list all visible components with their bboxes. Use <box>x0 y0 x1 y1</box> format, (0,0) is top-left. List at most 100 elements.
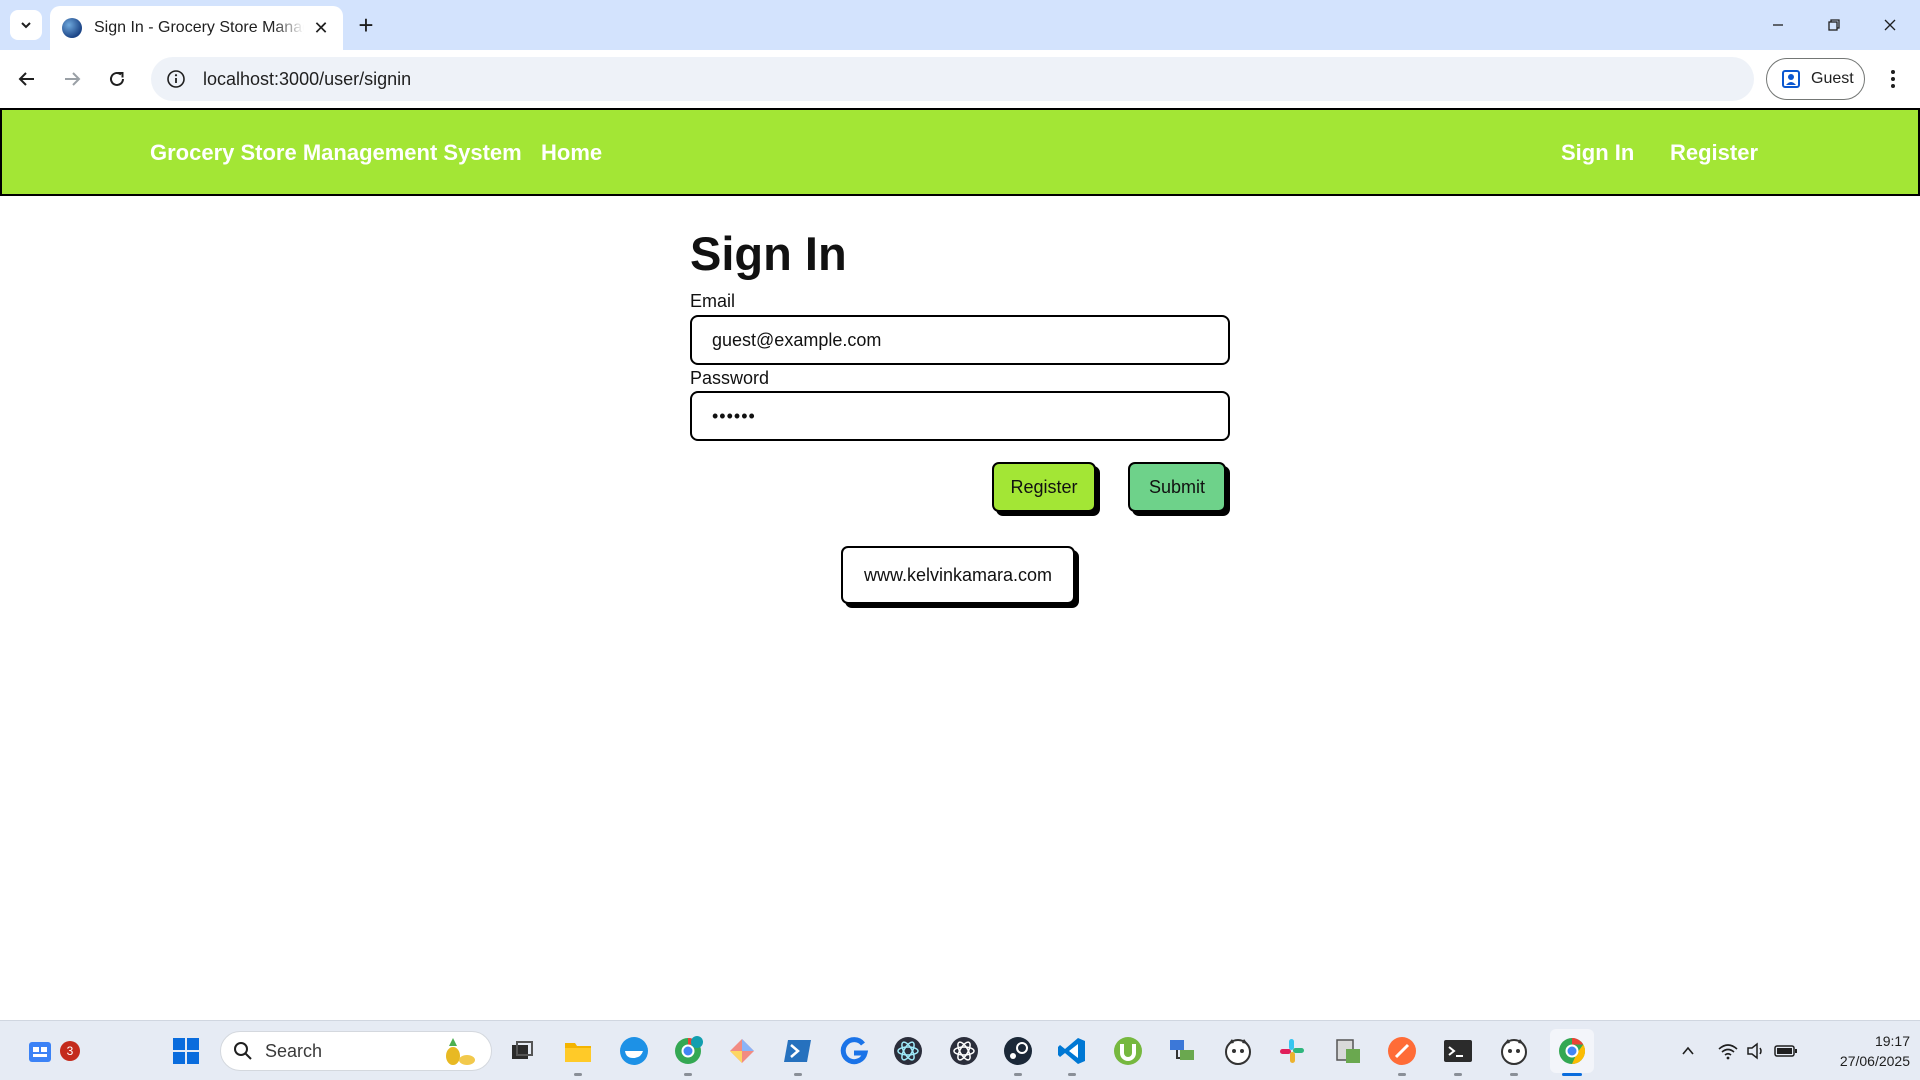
speaker-icon <box>1747 1042 1762 1060</box>
cat-face-icon <box>1501 1039 1527 1065</box>
active-tab[interactable]: Sign In - Grocery Store Management Syste… <box>50 6 343 50</box>
clock-date: 27/06/2025 <box>1839 1053 1910 1069</box>
submit-button[interactable]: Submit <box>1128 462 1226 512</box>
chevron-down-icon <box>21 22 31 29</box>
notification-badge: 3 <box>60 1041 80 1061</box>
globe-icon <box>62 18 82 38</box>
vscode-button[interactable] <box>1054 1033 1090 1069</box>
back-button[interactable] <box>10 62 44 96</box>
cat-face-icon <box>1225 1039 1251 1065</box>
nav-link-sign-in[interactable]: Sign In <box>1561 140 1634 166</box>
terminal-button[interactable] <box>1440 1033 1476 1069</box>
minimize-button[interactable] <box>1750 0 1806 50</box>
atom-icon <box>894 1037 922 1065</box>
widgets-icon <box>29 1042 51 1062</box>
new-tab-button[interactable]: + <box>352 10 380 40</box>
email-label: Email <box>690 291 736 311</box>
profile-icon <box>1782 70 1800 88</box>
reload-icon <box>110 71 124 86</box>
chrome-icon <box>1559 1037 1586 1065</box>
volume-status[interactable] <box>1744 1039 1768 1063</box>
password-label: Password <box>690 368 770 388</box>
postman-button[interactable] <box>1384 1033 1420 1069</box>
postman-icon <box>1388 1037 1416 1065</box>
terminal-icon <box>1444 1040 1472 1062</box>
email-field[interactable] <box>690 315 1230 365</box>
github-desktop-button[interactable] <box>836 1033 872 1069</box>
electron-app-button[interactable] <box>890 1033 926 1069</box>
url-text: localhost:3000/user/signin <box>203 68 412 89</box>
chevron-up-icon <box>1682 1046 1694 1055</box>
register-button[interactable]: Register <box>992 462 1096 512</box>
utorrent-button[interactable] <box>1110 1033 1146 1069</box>
clipboard-icon <box>1336 1039 1360 1063</box>
close-tab-icon[interactable]: ✕ <box>311 18 331 38</box>
password-field[interactable] <box>690 391 1230 441</box>
chrome-profile-button[interactable] <box>670 1033 706 1069</box>
app-cat-button[interactable] <box>1220 1033 1256 1069</box>
brand-link[interactable]: Grocery Store Management System <box>150 140 522 166</box>
close-icon <box>1884 19 1896 31</box>
nav-link-home[interactable]: Home <box>541 140 602 166</box>
file-explorer-button[interactable] <box>560 1033 596 1069</box>
wifi-icon <box>1718 1044 1738 1060</box>
forward-button[interactable] <box>55 62 89 96</box>
chrome-icon <box>675 1036 703 1064</box>
more-vert-icon <box>1891 70 1895 88</box>
restore-icon <box>1828 19 1840 31</box>
battery-icon <box>1774 1045 1797 1057</box>
chrome-active-button[interactable] <box>1550 1029 1594 1073</box>
git-tool-button[interactable] <box>724 1033 760 1069</box>
site-info-icon[interactable] <box>165 68 187 90</box>
forward-arrow-icon <box>65 72 81 86</box>
profile-label: Guest <box>1811 70 1854 87</box>
network-icon <box>1170 1040 1194 1060</box>
taskbar: 3 Search 19:17 27/06/2025 <box>0 1020 1920 1080</box>
start-button[interactable] <box>168 1033 204 1069</box>
utorrent-icon <box>1114 1037 1142 1065</box>
search-icon <box>234 1042 252 1060</box>
address-bar[interactable]: localhost:3000/user/signin <box>151 57 1754 101</box>
widgets-button[interactable]: 3 <box>22 1033 80 1069</box>
powershell-button[interactable] <box>780 1033 816 1069</box>
minimize-icon <box>1773 24 1783 26</box>
search-placeholder: Search <box>265 1040 323 1061</box>
network-tool-button[interactable] <box>1164 1033 1200 1069</box>
docker-button[interactable] <box>616 1033 652 1069</box>
browser-toolbar: localhost:3000/user/signin Guest <box>0 50 1920 108</box>
app-cat-2-button[interactable] <box>1496 1033 1532 1069</box>
restore-button[interactable] <box>1806 0 1862 50</box>
pineapple-icon <box>446 1038 475 1065</box>
vscode-icon <box>1058 1038 1085 1064</box>
tab-title: Sign In - Grocery Store Management Syste… <box>94 19 304 36</box>
page-title: Sign In <box>690 227 847 280</box>
folder-icon <box>565 1043 591 1062</box>
diamond-icon <box>730 1039 754 1063</box>
tab-search-button[interactable] <box>10 10 42 40</box>
profile-button[interactable]: Guest <box>1766 58 1865 100</box>
taskbar-search[interactable]: Search <box>220 1031 492 1071</box>
steam-button[interactable] <box>1000 1033 1036 1069</box>
clipboard-app-button[interactable] <box>1330 1033 1366 1069</box>
task-view-icon <box>512 1041 533 1059</box>
battery-status[interactable] <box>1774 1039 1798 1063</box>
browser-tabstrip: Sign In - Grocery Store Management Syste… <box>0 0 1920 50</box>
powershell-icon <box>784 1040 811 1062</box>
browser-menu-button[interactable] <box>1877 62 1909 96</box>
g-logo-icon <box>840 1037 869 1065</box>
show-hidden-icons-button[interactable] <box>1676 1039 1700 1063</box>
taskbar-clock[interactable]: 19:17 27/06/2025 <box>1810 1031 1910 1071</box>
site-navbar: Grocery Store Management System Home Sig… <box>0 108 1920 196</box>
electron-app-2-button[interactable] <box>946 1033 982 1069</box>
steam-icon <box>1004 1037 1032 1065</box>
reload-button[interactable] <box>100 62 134 96</box>
task-view-button[interactable] <box>504 1033 540 1069</box>
nav-link-register[interactable]: Register <box>1670 140 1758 166</box>
wifi-status[interactable] <box>1716 1039 1740 1063</box>
website-link-button[interactable]: www.kelvinkamara.com <box>841 546 1075 604</box>
windows-icon <box>173 1038 199 1064</box>
atom-icon <box>950 1037 978 1065</box>
slack-button[interactable] <box>1274 1033 1310 1069</box>
close-window-button[interactable] <box>1862 0 1918 50</box>
docker-icon <box>620 1037 648 1065</box>
